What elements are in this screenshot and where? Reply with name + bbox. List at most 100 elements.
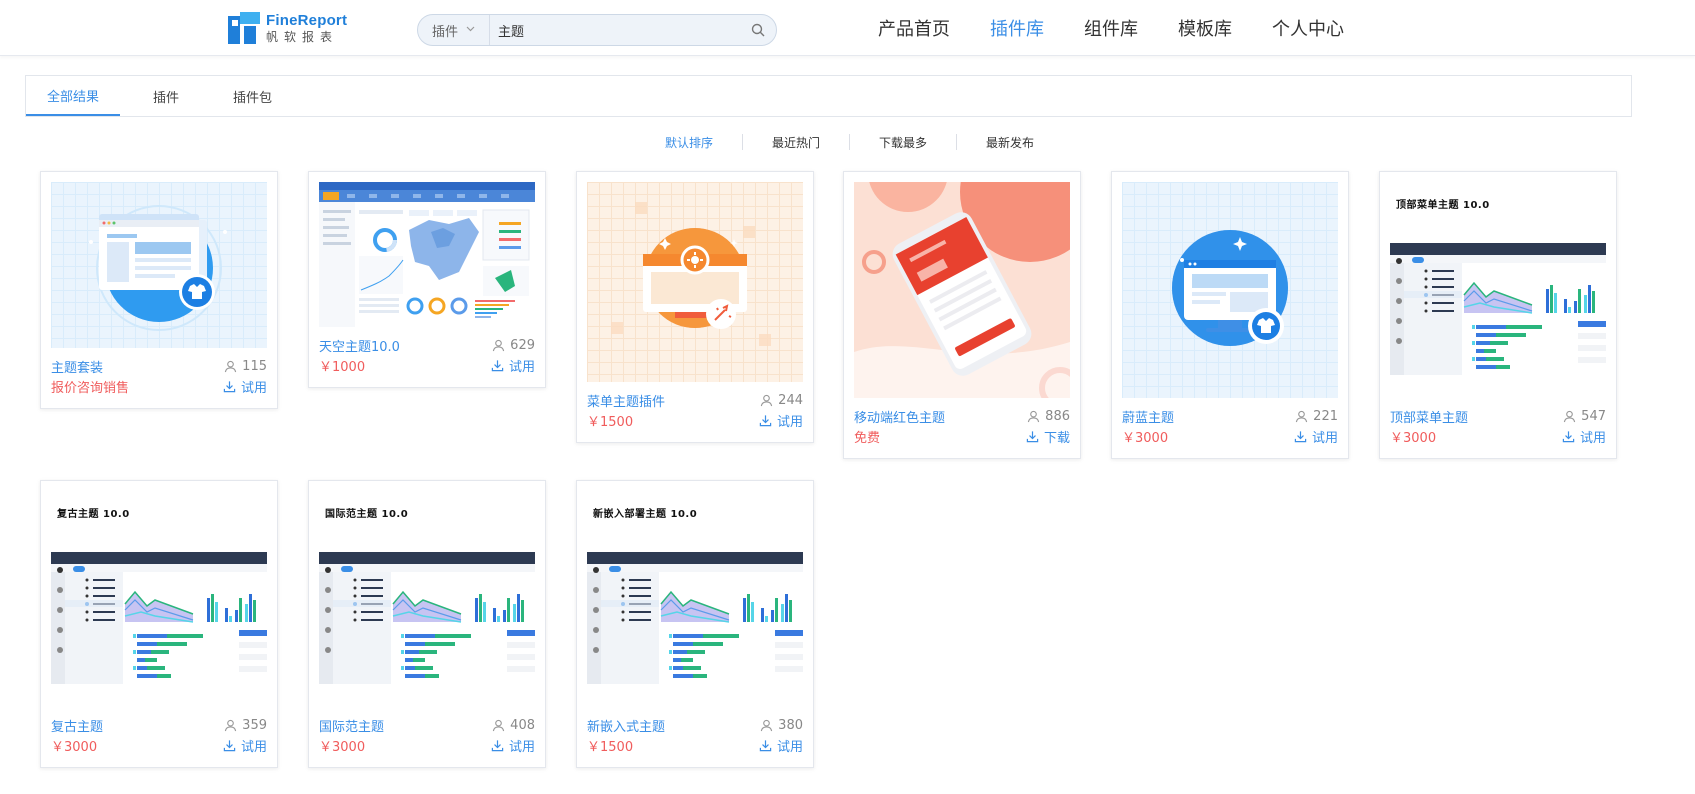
user-count: 244 bbox=[760, 393, 803, 408]
plugin-card[interactable]: 顶部菜单主题 10.0 顶部菜单主题 547 ￥3000 试用 bbox=[1379, 171, 1617, 459]
plugin-name[interactable]: 复古主题 bbox=[51, 716, 103, 735]
user-icon bbox=[760, 719, 773, 732]
plugin-price: ￥3000 bbox=[1122, 430, 1169, 446]
download-icon bbox=[223, 739, 236, 752]
plugin-name[interactable]: 新嵌入式主题 bbox=[587, 716, 665, 735]
plugin-thumbnail[interactable]: 复古主题 10.0 bbox=[51, 491, 267, 707]
thumbnail-title: 顶部菜单主题 10.0 bbox=[1396, 200, 1490, 211]
try-button[interactable]: 试用 bbox=[759, 411, 803, 430]
plugin-name[interactable]: 国际范主题 bbox=[319, 716, 384, 735]
plugin-thumbnail[interactable] bbox=[587, 182, 803, 382]
plugin-thumbnail[interactable] bbox=[1122, 182, 1338, 398]
plugin-thumbnail[interactable] bbox=[854, 182, 1070, 398]
plugin-thumbnail[interactable] bbox=[51, 182, 267, 348]
user-count: 221 bbox=[1295, 409, 1338, 424]
user-count: 380 bbox=[760, 718, 803, 733]
search-icon[interactable] bbox=[740, 15, 776, 45]
plugin-card[interactable]: 蔚蓝主题 221 ￥3000 试用 bbox=[1111, 171, 1349, 459]
user-count-value: 380 bbox=[778, 717, 803, 733]
sort-newest[interactable]: 最新发布 bbox=[957, 134, 1063, 151]
tab-plugins[interactable]: 插件 bbox=[132, 76, 200, 116]
nav-plugin-library[interactable]: 插件库 bbox=[990, 15, 1044, 41]
user-icon bbox=[760, 394, 773, 407]
chevron-down-icon bbox=[466, 25, 475, 35]
sort-recent-hot[interactable]: 最近热门 bbox=[743, 134, 849, 151]
action-label: 试用 bbox=[1579, 430, 1606, 446]
action-label: 试用 bbox=[776, 739, 803, 755]
plugin-price: ￥3000 bbox=[1390, 430, 1437, 446]
plugin-card[interactable]: 国际范主题 10.0 国际范主题 408 ￥3000 试用 bbox=[308, 480, 546, 768]
user-count-value: 886 bbox=[1045, 408, 1070, 424]
user-count-value: 244 bbox=[778, 392, 803, 408]
search-type-select[interactable]: 插件 bbox=[418, 15, 490, 45]
user-count-value: 629 bbox=[510, 337, 535, 353]
action-label: 试用 bbox=[508, 739, 535, 755]
plugin-name[interactable]: 蔚蓝主题 bbox=[1122, 407, 1174, 426]
user-icon bbox=[224, 360, 237, 373]
search-input[interactable] bbox=[490, 15, 740, 45]
plugin-card[interactable]: 菜单主题插件 244 ￥1500 试用 bbox=[576, 171, 814, 443]
search-type-label: 插件 bbox=[431, 24, 458, 40]
download-icon bbox=[491, 359, 504, 372]
plugin-thumbnail[interactable] bbox=[319, 182, 535, 327]
thumbnail-title: 国际范主题 10.0 bbox=[325, 509, 409, 520]
plugin-card[interactable]: 主题套装 115 报价咨询销售 试用 bbox=[40, 171, 278, 409]
plugin-price: 免费 bbox=[854, 430, 881, 446]
result-tabs: 全部结果 插件 插件包 bbox=[25, 75, 1632, 117]
nav-personal-center[interactable]: 个人中心 bbox=[1272, 15, 1344, 41]
try-button[interactable]: 试用 bbox=[223, 736, 267, 755]
plugin-price: ￥1500 bbox=[587, 739, 634, 755]
plugin-thumbnail[interactable]: 顶部菜单主题 10.0 bbox=[1390, 182, 1606, 398]
try-button[interactable]: 试用 bbox=[1562, 427, 1606, 446]
try-button[interactable]: 试用 bbox=[223, 377, 267, 396]
user-count: 359 bbox=[224, 718, 267, 733]
sort-most-downloads[interactable]: 下载最多 bbox=[850, 134, 956, 151]
search-bar: 插件 bbox=[417, 14, 777, 46]
try-button[interactable]: 试用 bbox=[1294, 427, 1338, 446]
user-count-value: 408 bbox=[510, 717, 535, 733]
download-icon bbox=[1026, 430, 1039, 443]
user-count-value: 359 bbox=[242, 717, 267, 733]
try-button[interactable]: 试用 bbox=[759, 736, 803, 755]
download-button[interactable]: 下载 bbox=[1026, 427, 1070, 446]
download-icon bbox=[1294, 430, 1307, 443]
plugin-card[interactable]: 移动端红色主题 886 免费 下载 bbox=[843, 171, 1081, 459]
action-label: 试用 bbox=[240, 739, 267, 755]
top-header: FineReport 帆软报表 插件 产品首页 插件库 组件库 模板库 个人中心 bbox=[0, 0, 1695, 56]
action-label: 试用 bbox=[508, 359, 535, 375]
plugin-name[interactable]: 主题套装 bbox=[51, 357, 103, 376]
plugin-card[interactable]: 新嵌入部署主题 10.0 新嵌入式主题 380 ￥1500 试用 bbox=[576, 480, 814, 768]
logo[interactable]: FineReport 帆软报表 bbox=[228, 12, 347, 44]
nav-template-library[interactable]: 模板库 bbox=[1178, 15, 1232, 41]
sort-default[interactable]: 默认排序 bbox=[636, 134, 742, 151]
plugin-name[interactable]: 顶部菜单主题 bbox=[1390, 407, 1468, 426]
user-count-value: 221 bbox=[1313, 408, 1338, 424]
action-label: 试用 bbox=[240, 380, 267, 396]
try-button[interactable]: 试用 bbox=[491, 736, 535, 755]
plugin-price: ￥3000 bbox=[319, 739, 366, 755]
plugin-name[interactable]: 移动端红色主题 bbox=[854, 407, 945, 426]
plugin-card[interactable]: 复古主题 10.0 复古主题 359 ￥3000 试用 bbox=[40, 480, 278, 768]
user-count-value: 547 bbox=[1581, 408, 1606, 424]
thumbnail-title: 新嵌入部署主题 10.0 bbox=[593, 509, 698, 520]
user-icon bbox=[1295, 410, 1308, 423]
download-icon bbox=[223, 380, 236, 393]
nav-component-library[interactable]: 组件库 bbox=[1084, 15, 1138, 41]
action-label: 试用 bbox=[776, 414, 803, 430]
user-count: 886 bbox=[1027, 409, 1070, 424]
plugin-card[interactable]: 天空主题10.0 629 ￥1000 试用 bbox=[308, 171, 546, 388]
download-icon bbox=[491, 739, 504, 752]
thumbnail-title: 复古主题 10.0 bbox=[57, 509, 130, 520]
tab-plugin-packages[interactable]: 插件包 bbox=[212, 76, 293, 116]
plugin-thumbnail[interactable]: 国际范主题 10.0 bbox=[319, 491, 535, 707]
action-label: 试用 bbox=[1311, 430, 1338, 446]
sort-bar: 默认排序 最近热门 下载最多 最新发布 bbox=[0, 132, 1695, 152]
tab-all-results[interactable]: 全部结果 bbox=[26, 76, 121, 116]
plugin-price: ￥1000 bbox=[319, 359, 366, 375]
plugin-name[interactable]: 菜单主题插件 bbox=[587, 391, 665, 410]
plugin-thumbnail[interactable]: 新嵌入部署主题 10.0 bbox=[587, 491, 803, 707]
plugin-name[interactable]: 天空主题10.0 bbox=[319, 336, 400, 355]
try-button[interactable]: 试用 bbox=[491, 356, 535, 375]
download-icon bbox=[759, 414, 772, 427]
nav-product-home[interactable]: 产品首页 bbox=[878, 15, 950, 41]
